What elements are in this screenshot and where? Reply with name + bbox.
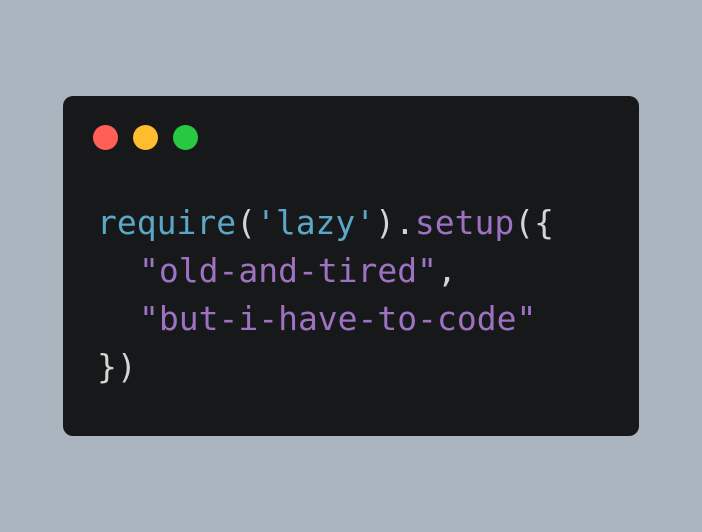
string-token: "but-i-have-to-code"	[139, 299, 537, 338]
code-block: require('lazy').setup({"old-and-tired", "…	[97, 199, 554, 391]
close-brace-token: })	[97, 347, 137, 386]
require-token: require	[97, 203, 237, 242]
maximize-dot-icon[interactable]	[173, 125, 198, 150]
open-paren-token: (	[236, 203, 256, 242]
open-brace-token: ({	[514, 203, 555, 242]
lazy-string-token: 'lazy'	[255, 203, 376, 242]
close-paren-dot-token: ).	[375, 203, 415, 242]
close-dot-icon[interactable]	[93, 125, 118, 150]
minimize-dot-icon[interactable]	[133, 125, 158, 150]
setup-method-token: setup	[414, 203, 515, 242]
string-token: "old-and-tired"	[139, 251, 438, 290]
comma-token: ,	[437, 251, 457, 290]
window-controls	[93, 125, 198, 150]
code-window: require('lazy').setup({"old-and-tired", "…	[63, 96, 639, 436]
code-line-1: require('lazy').setup({	[97, 199, 554, 247]
code-line-4: })	[97, 343, 554, 391]
code-line-3: "but-i-have-to-code"	[97, 295, 554, 343]
code-line-2: "old-and-tired",	[97, 247, 554, 295]
